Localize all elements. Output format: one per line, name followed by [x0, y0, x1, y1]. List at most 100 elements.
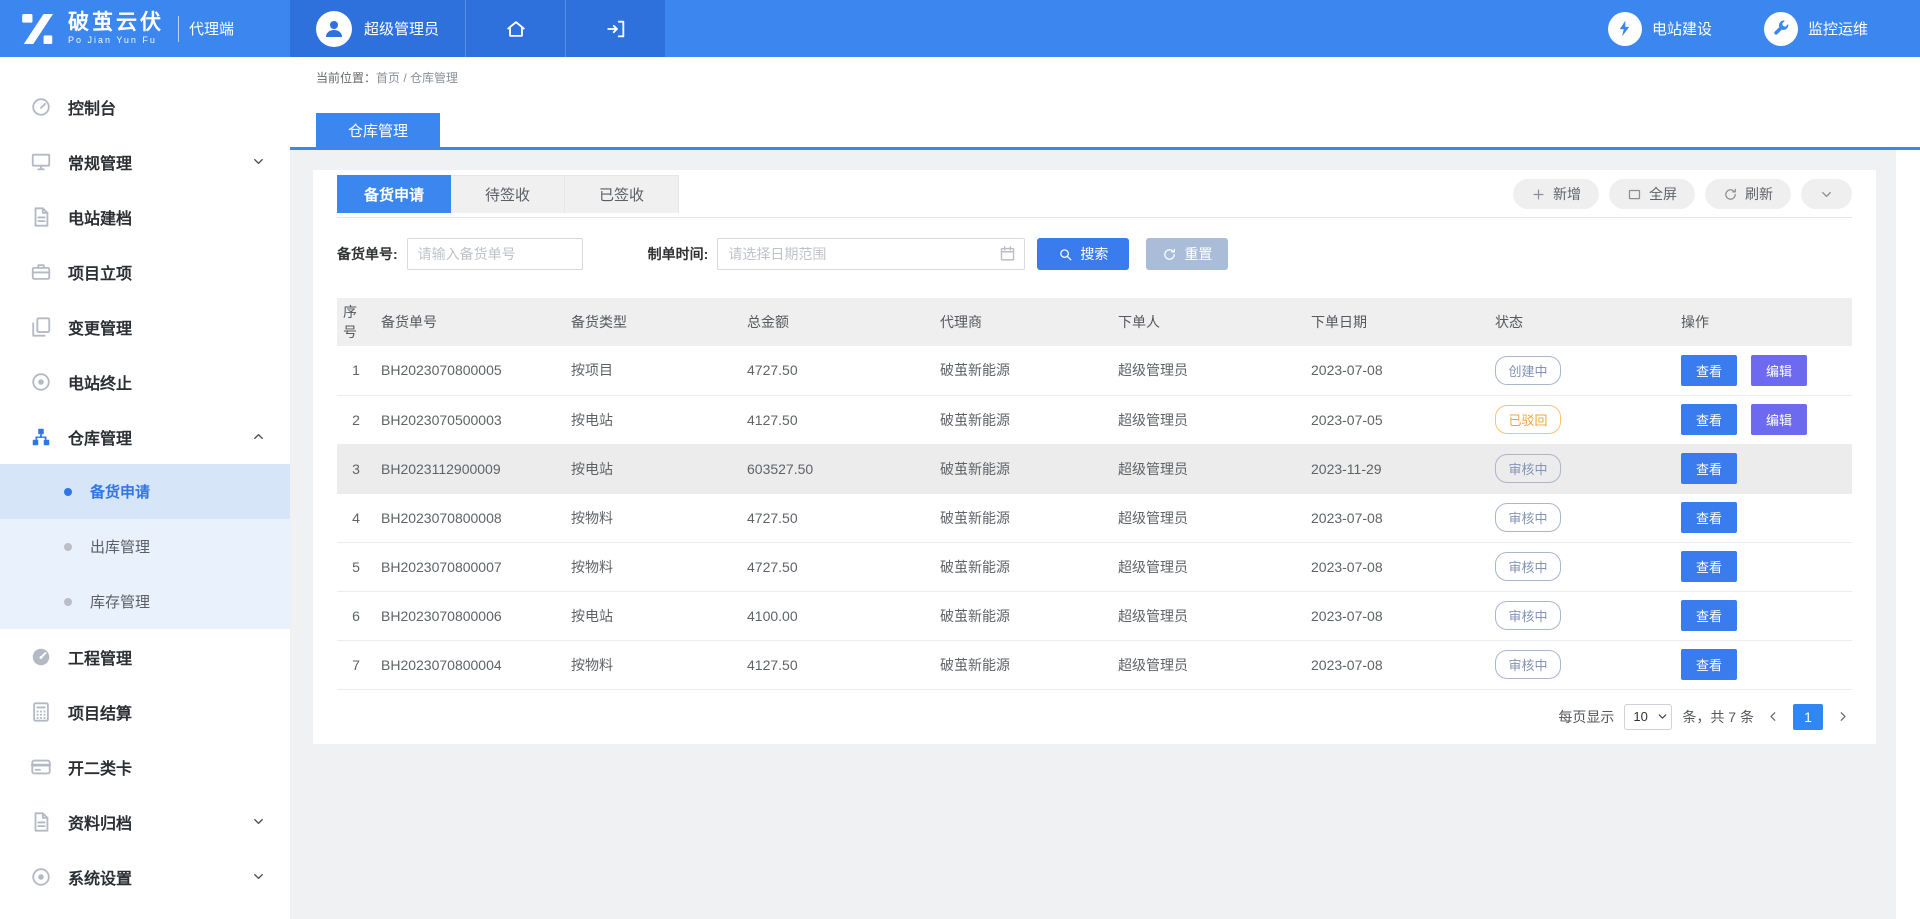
tab-pending-receipt[interactable]: 待签收 [451, 175, 565, 213]
view-button[interactable]: 查看 [1681, 502, 1737, 533]
status-badge: 审核中 [1495, 454, 1561, 483]
sidebar: 控制台常规管理电站建档项目立项变更管理电站终止仓库管理备货申请出库管理库存管理工… [0, 57, 290, 919]
amount-cell: 4727.50 [741, 346, 934, 395]
page-number[interactable]: 1 [1793, 704, 1823, 730]
agent-cell: 破茧新能源 [934, 395, 1112, 444]
edit-button[interactable]: 编辑 [1751, 355, 1807, 386]
agent-cell: 破茧新能源 [934, 542, 1112, 591]
agent-cell: 破茧新能源 [934, 346, 1112, 395]
logo[interactable]: 破茧云伏 Po Jian Yun Fu 代理端 [0, 0, 290, 57]
order-no-input[interactable] [407, 238, 583, 270]
doc-icon [30, 206, 52, 228]
date-cell: 2023-07-08 [1305, 493, 1489, 542]
column-header: 序号 [337, 298, 375, 346]
fullscreen-button[interactable]: 全屏 [1609, 179, 1695, 209]
add-button[interactable]: 新增 [1513, 179, 1599, 209]
view-button[interactable]: 查看 [1681, 600, 1737, 631]
sitemap-icon [30, 426, 52, 448]
search-form: 备货单号: 制单时间: 搜索 重置 [337, 238, 1852, 270]
agent-cell: 破茧新能源 [934, 591, 1112, 640]
calculator-icon [30, 701, 52, 723]
sidebar-item-class2-card[interactable]: 开二类卡 [0, 739, 290, 794]
sidebar-item-console[interactable]: 控制台 [0, 79, 290, 134]
view-button[interactable]: 查看 [1681, 453, 1737, 484]
view-button[interactable]: 查看 [1681, 404, 1737, 435]
target-icon [30, 371, 52, 393]
date-cell: 2023-07-08 [1305, 542, 1489, 591]
view-button[interactable]: 查看 [1681, 355, 1737, 386]
sidebar-item-general-management[interactable]: 常规管理 [0, 134, 290, 189]
sidebar-subitem-label: 库存管理 [90, 591, 150, 612]
sidebar-item-data-archiving[interactable]: 资料归档 [0, 794, 290, 849]
column-header: 下单日期 [1305, 298, 1489, 346]
more-button[interactable] [1801, 179, 1852, 209]
page-tab[interactable]: 仓库管理 [316, 113, 440, 147]
sidebar-subitem-inventory-management[interactable]: 库存管理 [0, 574, 290, 629]
row-index: 7 [337, 640, 375, 689]
sidebar-item-engineering-management[interactable]: 工程管理 [0, 629, 290, 684]
row-index: 4 [337, 493, 375, 542]
date-range-input[interactable] [717, 238, 1025, 270]
order-no-cell: BH2023070800004 [375, 640, 565, 689]
reset-button-label: 重置 [1184, 244, 1212, 264]
actions-cell: 查看 [1675, 444, 1852, 493]
next-page-button[interactable] [1833, 709, 1852, 724]
chevron-down-icon [251, 869, 266, 884]
table-row: 7BH2023070800004按物料4127.50破茧新能源超级管理员2023… [337, 640, 1852, 689]
refresh-button[interactable]: 刷新 [1705, 179, 1791, 209]
tab-received[interactable]: 已签收 [565, 175, 679, 213]
sidebar-subitem-stock-application[interactable]: 备货申请 [0, 464, 290, 519]
date-cell: 2023-07-05 [1305, 395, 1489, 444]
avatar [316, 11, 352, 47]
amount-cell: 603527.50 [741, 444, 934, 493]
gauge-icon [30, 96, 52, 118]
logo-tag: 代理端 [189, 18, 234, 39]
search-button-label: 搜索 [1080, 244, 1108, 264]
status-cell: 审核中 [1489, 542, 1675, 591]
order-no-cell: BH2023070800006 [375, 591, 565, 640]
sidebar-item-system-settings[interactable]: 系统设置 [0, 849, 290, 904]
home-button[interactable] [465, 0, 565, 57]
panel-tabs: 备货申请待签收已签收 新增全屏刷新 [337, 175, 1852, 218]
status-badge: 审核中 [1495, 503, 1561, 532]
header-nav-monitoring-ops[interactable]: 监控运维 [1764, 12, 1868, 46]
tab-stock-application[interactable]: 备货申请 [337, 175, 451, 213]
per-page-field: 10 [1624, 704, 1672, 730]
chevron-right-icon [1835, 709, 1850, 724]
logout-button[interactable] [565, 0, 665, 57]
order-no-cell: BH2023070500003 [375, 395, 565, 444]
sidebar-subitem-label: 出库管理 [90, 536, 150, 557]
header-nav-station-construction[interactable]: 电站建设 [1608, 12, 1712, 46]
agent-cell: 破茧新能源 [934, 493, 1112, 542]
view-button[interactable]: 查看 [1681, 649, 1737, 680]
user-menu[interactable]: 超级管理员 [290, 0, 465, 57]
sidebar-item-project-initiation[interactable]: 项目立项 [0, 244, 290, 299]
order-no-label: 备货单号: [337, 244, 398, 264]
search-button[interactable]: 搜索 [1037, 238, 1129, 270]
prev-page-button[interactable] [1764, 709, 1783, 724]
table-row: 4BH2023070800008按物料4727.50破茧新能源超级管理员2023… [337, 493, 1852, 542]
orderer-cell: 超级管理员 [1112, 493, 1305, 542]
sidebar-item-warehouse-management[interactable]: 仓库管理 [0, 409, 290, 464]
refresh-icon [1723, 187, 1738, 202]
sidebar-item-project-settlement[interactable]: 项目结算 [0, 684, 290, 739]
content-area: 备货申请待签收已签收新增全屏刷新 备货单号: 制单时间: 搜索 [290, 150, 1896, 919]
orderer-cell: 超级管理员 [1112, 444, 1305, 493]
monitor-icon [30, 151, 52, 173]
per-page-select[interactable]: 10 [1624, 704, 1672, 730]
view-button[interactable]: 查看 [1681, 551, 1737, 582]
sidebar-item-station-filing[interactable]: 电站建档 [0, 189, 290, 244]
column-header: 代理商 [934, 298, 1112, 346]
toolbar: 新增全屏刷新 [1513, 179, 1852, 209]
row-index: 5 [337, 542, 375, 591]
sidebar-item-station-termination[interactable]: 电站终止 [0, 354, 290, 409]
sidebar-item-change-management[interactable]: 变更管理 [0, 299, 290, 354]
sidebar-subitem-outbound-management[interactable]: 出库管理 [0, 519, 290, 574]
actions-cell: 查看 [1675, 542, 1852, 591]
sidebar-item-label: 仓库管理 [68, 425, 132, 449]
actions-cell: 查看编辑 [1675, 395, 1852, 444]
reset-button[interactable]: 重置 [1146, 238, 1228, 270]
bolt-icon [1608, 12, 1642, 46]
edit-button[interactable]: 编辑 [1751, 404, 1807, 435]
status-badge: 创建中 [1495, 356, 1561, 385]
